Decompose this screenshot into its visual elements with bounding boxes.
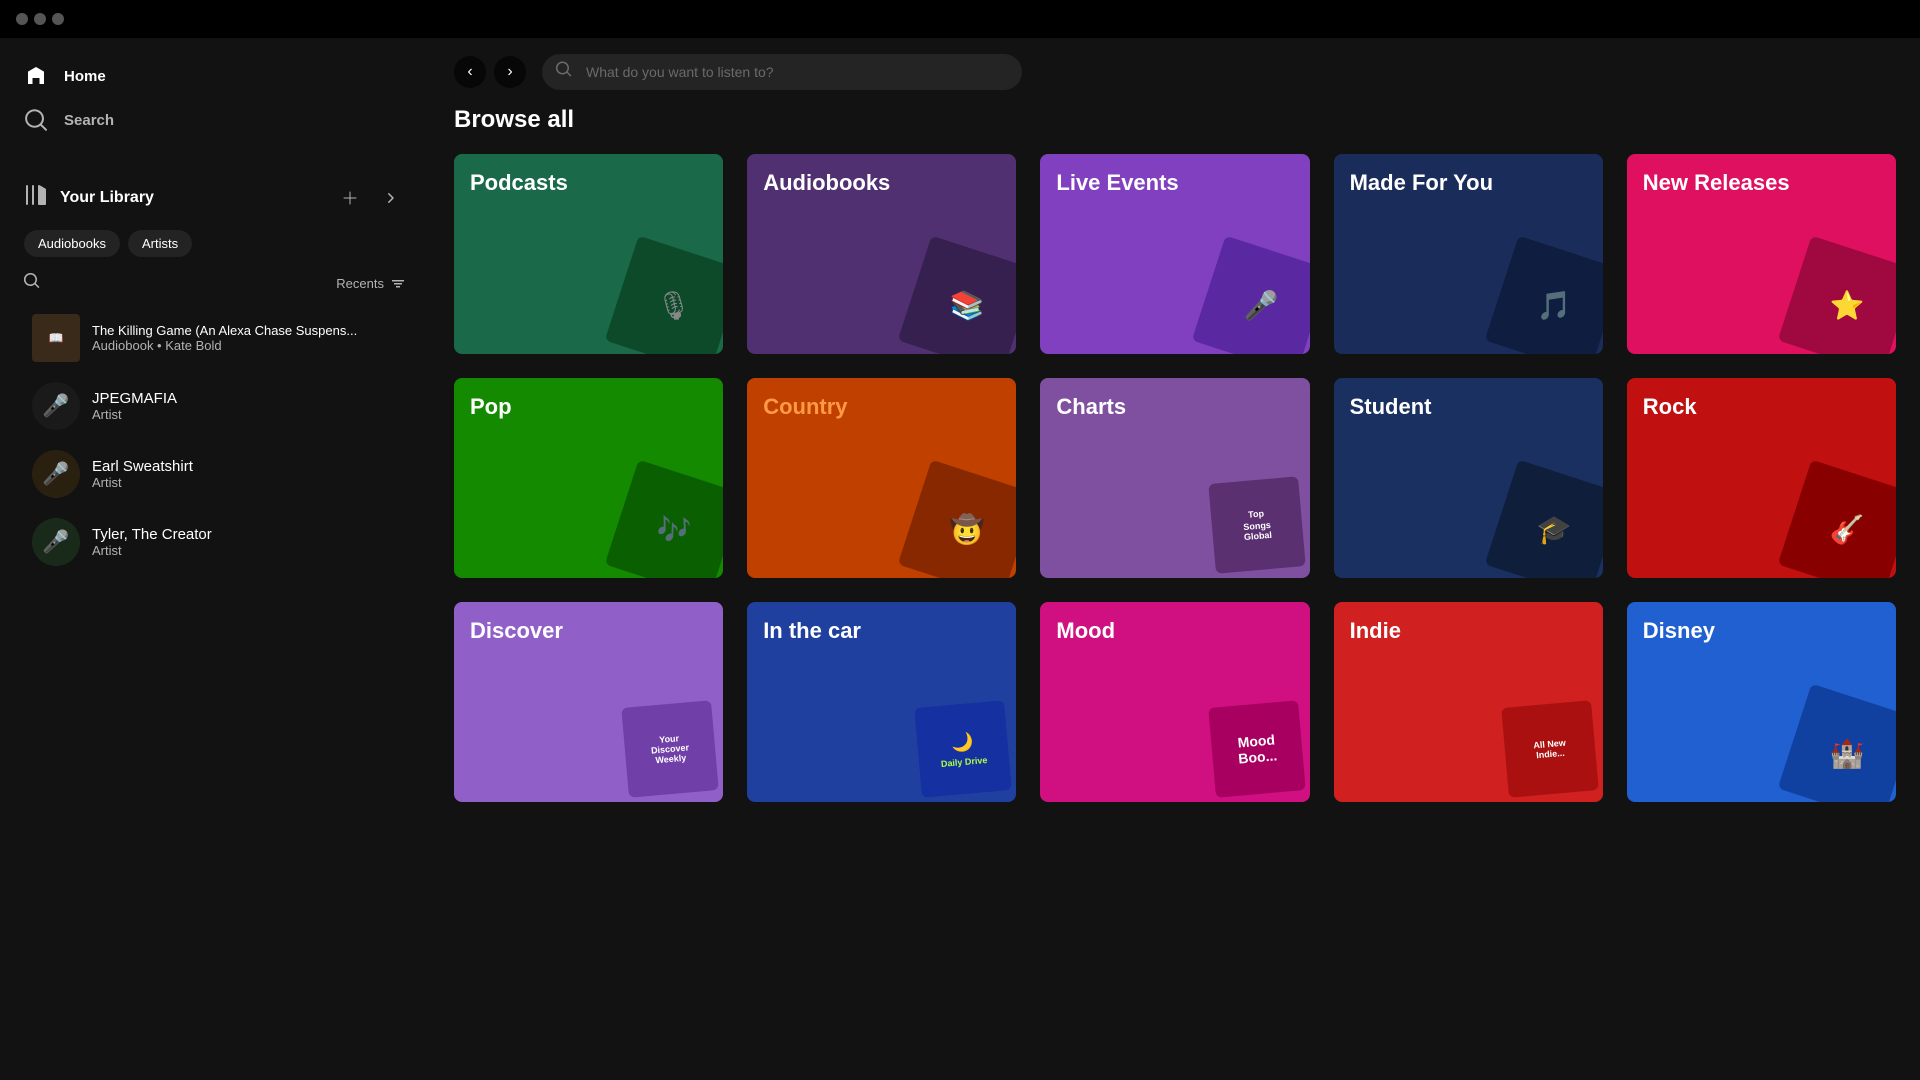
category-card-live-events[interactable]: Live Events 🎤	[1040, 154, 1309, 354]
close-dot	[16, 13, 28, 25]
nav-arrows: ‹ ›	[454, 56, 526, 88]
category-label-podcasts: Podcasts	[470, 170, 568, 196]
category-card-charts[interactable]: Charts Top Songs Global	[1040, 378, 1309, 578]
category-label-disney: Disney	[1643, 618, 1715, 644]
category-label-live-events: Live Events	[1056, 170, 1178, 196]
category-label-mood: Mood	[1056, 618, 1115, 644]
browse-area: Browse all Podcasts 🎙 Audiobooks 📚	[430, 106, 1920, 826]
library-item-jpegmafia-img: 🎤	[32, 382, 80, 430]
library-item-jpegmafia-name: JPEGMAFIA	[92, 390, 398, 407]
home-icon	[24, 64, 48, 88]
window-controls	[16, 13, 64, 25]
back-button[interactable]: ‹	[454, 56, 486, 88]
library-item-earl-img: 🎤	[32, 450, 80, 498]
library-actions	[334, 182, 406, 214]
forward-button[interactable]: ›	[494, 56, 526, 88]
category-label-charts: Charts	[1056, 394, 1126, 420]
library-item-killing-game-name: The Killing Game (An Alexa Chase Suspens…	[92, 323, 398, 338]
category-label-new-releases: New Releases	[1643, 170, 1790, 196]
library-item-killing-game-sub: Audiobook • Kate Bold	[92, 338, 398, 353]
library-add-button[interactable]	[334, 182, 366, 214]
filter-audiobooks[interactable]: Audiobooks	[24, 230, 120, 257]
category-label-student: Student	[1350, 394, 1432, 420]
category-card-indie[interactable]: Indie All New Indie...	[1334, 602, 1603, 802]
library-search-button[interactable]	[24, 273, 40, 294]
library-item-killing-game-img: 📖	[32, 314, 80, 362]
search-input[interactable]	[542, 54, 1022, 90]
library-header: Your Library	[24, 182, 406, 214]
library-item-tyler-info: Tyler, The Creator Artist	[92, 526, 398, 558]
main-content: ‹ › Browse all Podcasts 🎙	[430, 38, 1920, 1080]
category-grid: Podcasts 🎙 Audiobooks 📚 Live Events	[454, 154, 1896, 802]
library-list: 📖 The Killing Game (An Alexa Chase Suspe…	[24, 306, 406, 574]
library-item-tyler-sub: Artist	[92, 543, 398, 558]
library-item-tyler-img: 🎤	[32, 518, 80, 566]
sidebar: Home Search Your L	[0, 38, 430, 1080]
category-label-indie: Indie	[1350, 618, 1401, 644]
category-card-rock[interactable]: Rock 🎸	[1627, 378, 1896, 578]
search-sort-row: Recents	[24, 273, 406, 294]
library-item-earl-sub: Artist	[92, 475, 398, 490]
category-card-mood[interactable]: Mood Mood Boo...	[1040, 602, 1309, 802]
library-item-jpegmafia[interactable]: 🎤 JPEGMAFIA Artist	[24, 374, 406, 438]
library-item-jpegmafia-info: JPEGMAFIA Artist	[92, 390, 398, 422]
category-label-in-the-car: In the car	[763, 618, 861, 644]
minimize-dot	[34, 13, 46, 25]
library-item-jpegmafia-sub: Artist	[92, 407, 398, 422]
library-item-earl-sweatshirt[interactable]: 🎤 Earl Sweatshirt Artist	[24, 442, 406, 506]
category-label-pop: Pop	[470, 394, 512, 420]
category-label-discover: Discover	[470, 618, 563, 644]
library-title: Your Library	[60, 189, 154, 207]
search-bar	[542, 54, 1022, 90]
library-filters: Audiobooks Artists	[24, 230, 406, 257]
category-card-country[interactable]: Country 🤠	[747, 378, 1016, 578]
browse-title: Browse all	[454, 106, 1896, 134]
category-card-disney[interactable]: Disney 🏰	[1627, 602, 1896, 802]
top-bar: ‹ ›	[430, 38, 1920, 106]
sidebar-home-label: Home	[64, 68, 106, 85]
library-section: Your Library Audiobooks	[8, 166, 422, 1072]
category-card-pop[interactable]: Pop 🎶	[454, 378, 723, 578]
category-label-made-for-you: Made For You	[1350, 170, 1493, 196]
library-item-tyler[interactable]: 🎤 Tyler, The Creator Artist	[24, 510, 406, 574]
sidebar-nav: Home Search	[0, 38, 430, 158]
recents-label: Recents	[336, 276, 384, 291]
library-icon	[24, 183, 48, 213]
library-expand-button[interactable]	[374, 182, 406, 214]
filter-artists[interactable]: Artists	[128, 230, 192, 257]
search-nav-icon	[24, 108, 48, 132]
maximize-dot	[52, 13, 64, 25]
library-item-killing-game[interactable]: 📖 The Killing Game (An Alexa Chase Suspe…	[24, 306, 406, 370]
sidebar-search-label: Search	[64, 112, 114, 129]
category-card-made-for-you[interactable]: Made For You 🎵	[1334, 154, 1603, 354]
category-label-audiobooks: Audiobooks	[763, 170, 890, 196]
category-label-rock: Rock	[1643, 394, 1697, 420]
library-recents-button[interactable]: Recents	[336, 276, 406, 292]
sidebar-item-home[interactable]: Home	[8, 54, 422, 98]
library-title-row: Your Library	[24, 183, 154, 213]
library-item-earl-name: Earl Sweatshirt	[92, 458, 398, 475]
library-item-tyler-name: Tyler, The Creator	[92, 526, 398, 543]
category-card-podcasts[interactable]: Podcasts 🎙	[454, 154, 723, 354]
library-item-killing-game-info: The Killing Game (An Alexa Chase Suspens…	[92, 323, 398, 353]
library-item-earl-info: Earl Sweatshirt Artist	[92, 458, 398, 490]
category-label-country: Country	[763, 394, 847, 420]
sidebar-item-search[interactable]: Search	[8, 98, 422, 142]
category-card-discover[interactable]: Discover Your Discover Weekly	[454, 602, 723, 802]
category-card-audiobooks[interactable]: Audiobooks 📚	[747, 154, 1016, 354]
title-bar	[0, 0, 1920, 38]
category-card-in-the-car[interactable]: In the car 🌙 Daily Drive	[747, 602, 1016, 802]
category-card-student[interactable]: Student 🎓	[1334, 378, 1603, 578]
category-card-new-releases[interactable]: New Releases ⭐	[1627, 154, 1896, 354]
